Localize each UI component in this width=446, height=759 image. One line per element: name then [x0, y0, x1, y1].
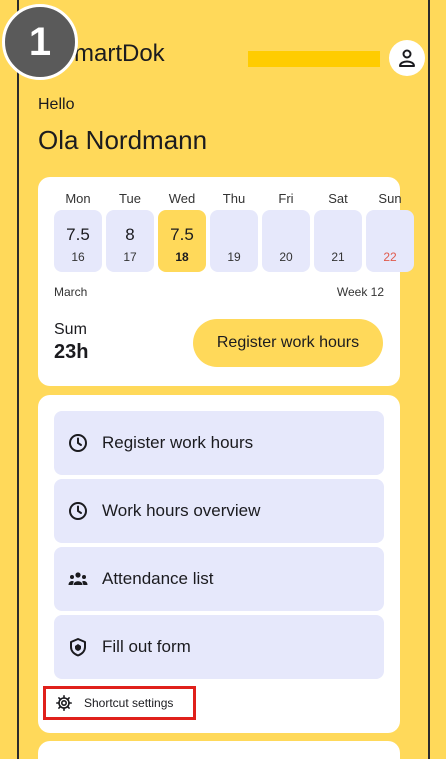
header-highlight-bar: [248, 51, 380, 67]
person-icon: [399, 49, 415, 67]
day-box[interactable]: 7.5 16: [54, 210, 102, 272]
day-thu[interactable]: Thu 19: [210, 189, 258, 272]
greeting-hello: Hello: [38, 96, 75, 113]
day-hours: 7.5: [170, 225, 194, 244]
day-date: 20: [279, 250, 293, 264]
day-date: 19: [227, 250, 241, 264]
sum-label: Sum: [54, 321, 87, 338]
day-name: Tue: [119, 191, 141, 206]
day-name: Thu: [222, 191, 246, 206]
day-box[interactable]: 19: [210, 210, 258, 272]
day-wed[interactable]: Wed 7.5 18: [158, 189, 206, 272]
day-name: Sun: [378, 191, 402, 206]
day-date: 17: [123, 250, 137, 264]
day-name: Wed: [168, 191, 196, 206]
frame-right-edge: [428, 0, 430, 759]
frame-left-edge: [17, 0, 19, 759]
day-date: 18: [175, 250, 189, 264]
day-date: 21: [331, 250, 345, 264]
week-summary-card: Mon 7.5 16 Tue 8 17 Wed 7.5 18 Thu 19 Fr…: [38, 177, 414, 386]
day-box-today[interactable]: 7.5 18: [158, 210, 206, 272]
week-days: Mon 7.5 16 Tue 8 17 Wed 7.5 18 Thu 19 Fr…: [54, 189, 414, 272]
day-box[interactable]: 20: [262, 210, 310, 272]
group-icon: [68, 569, 88, 589]
app-title: martDok: [74, 40, 165, 67]
day-box[interactable]: 22: [366, 210, 414, 272]
day-date: 16: [71, 250, 85, 264]
clock-icon: [68, 433, 88, 453]
gear-icon: [56, 695, 72, 711]
shield-icon: [68, 637, 88, 657]
day-box[interactable]: 8 17: [106, 210, 154, 272]
day-fri[interactable]: Fri 20: [262, 189, 310, 272]
account-button[interactable]: [389, 40, 425, 76]
user-name: Ola Nordmann: [38, 125, 208, 155]
day-name: Sat: [328, 191, 348, 206]
month-label: March: [54, 285, 88, 299]
day-box[interactable]: 21: [314, 210, 362, 272]
shortcut-settings-link[interactable]: Shortcut settings: [43, 686, 196, 720]
shortcut-label: Register work hours: [102, 433, 254, 452]
shortcut-register-work-hours[interactable]: Register work hours: [54, 411, 384, 475]
shortcuts-card: Register work hours Work hours overview …: [38, 395, 400, 733]
shortcut-fill-out-form[interactable]: Fill out form: [54, 615, 384, 679]
shortcut-label: Fill out form: [102, 637, 191, 656]
day-date-weekend: 22: [383, 250, 397, 264]
next-card-partial: [38, 741, 400, 759]
shortcut-label: Attendance list: [102, 569, 214, 588]
register-work-hours-button[interactable]: Register work hours: [193, 319, 383, 367]
week-number: Week 12: [336, 285, 384, 299]
shortcut-attendance-list[interactable]: Attendance list: [54, 547, 384, 611]
shortcut-settings-label: Shortcut settings: [84, 696, 174, 710]
step-badge: 1: [2, 4, 78, 80]
clock-icon: [68, 501, 88, 521]
shortcut-label: Work hours overview: [102, 501, 261, 520]
day-mon[interactable]: Mon 7.5 16: [54, 189, 102, 272]
day-sun[interactable]: Sun 22: [366, 189, 414, 272]
day-tue[interactable]: Tue 8 17: [106, 189, 154, 272]
day-sat[interactable]: Sat 21: [314, 189, 362, 272]
day-name: Mon: [65, 191, 91, 206]
day-hours: 8: [125, 225, 135, 244]
sum-value: 23h: [54, 341, 89, 363]
day-hours: 7.5: [66, 225, 90, 244]
day-name: Fri: [278, 191, 294, 206]
shortcut-work-hours-overview[interactable]: Work hours overview: [54, 479, 384, 543]
